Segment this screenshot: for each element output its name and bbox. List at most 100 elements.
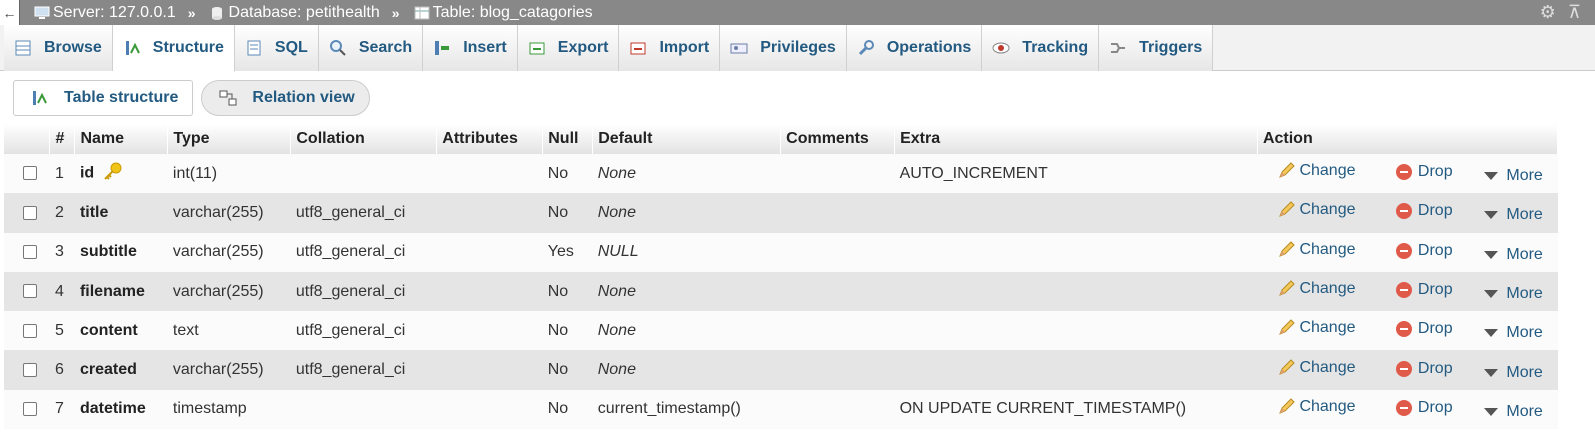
drop-link[interactable]: Drop <box>1395 242 1480 260</box>
change-link[interactable]: Change <box>1277 241 1391 259</box>
change-link[interactable]: Change <box>1277 280 1391 298</box>
insert-icon <box>433 39 451 57</box>
change-link[interactable]: Change <box>1277 398 1391 416</box>
more-dropdown[interactable]: More <box>1484 324 1543 342</box>
caret-down-icon <box>1484 368 1499 377</box>
drop-link[interactable]: Drop <box>1395 281 1480 299</box>
drop-link[interactable]: Drop <box>1395 202 1480 220</box>
tab-browse[interactable]: Browse <box>4 25 113 71</box>
caret-down-icon <box>1484 250 1499 259</box>
tab-sql[interactable]: SQL <box>234 25 319 71</box>
column-extra: AUTO_INCREMENT <box>894 154 1258 194</box>
tab-tracking[interactable]: Tracking <box>982 25 1100 71</box>
table-header-row: # Name Type Collation Attributes Null De… <box>4 124 1559 154</box>
table-row: 5 content text utf8_general_ci No None C… <box>4 311 1558 351</box>
breadcrumb-database[interactable]: Database: petithealth <box>210 4 380 22</box>
header-attributes: Attributes <box>436 124 544 154</box>
row-checkbox[interactable] <box>23 245 37 259</box>
back-arrow-button[interactable]: ← <box>0 0 20 25</box>
primary-key-icon <box>102 162 124 185</box>
server-icon <box>34 6 50 20</box>
tab-label: Export <box>557 39 609 56</box>
row-checkbox[interactable] <box>23 362 37 377</box>
column-extra <box>894 350 1258 390</box>
drop-link[interactable]: Drop <box>1395 399 1480 417</box>
pencil-icon <box>1277 358 1296 377</box>
relation-view-button[interactable]: Relation view <box>201 80 370 116</box>
tab-export[interactable]: Export <box>517 25 620 71</box>
table-row: 2 title varchar(255) utf8_general_ci No … <box>4 193 1558 233</box>
pencil-icon <box>1277 280 1296 298</box>
more-dropdown[interactable]: More <box>1484 246 1543 264</box>
caret-down-icon <box>1484 211 1499 220</box>
tab-label: Structure <box>152 39 224 56</box>
gear-icon[interactable]: ⚙ <box>1540 2 1556 23</box>
row-checkbox[interactable] <box>23 402 37 417</box>
row-checkbox[interactable] <box>23 166 37 181</box>
eye-icon <box>992 39 1010 57</box>
more-dropdown[interactable]: More <box>1484 206 1543 224</box>
change-link[interactable]: Change <box>1277 201 1391 219</box>
column-extra <box>894 271 1258 312</box>
more-dropdown[interactable]: More <box>1484 364 1543 382</box>
more-dropdown[interactable]: More <box>1484 403 1543 421</box>
change-link[interactable]: Change <box>1277 359 1391 377</box>
drop-icon <box>1395 242 1412 259</box>
tab-triggers[interactable]: Triggers <box>1099 25 1214 71</box>
breadcrumb-table-label: Table: blog_catagories <box>432 3 593 21</box>
column-comments <box>780 193 895 233</box>
header-name[interactable]: Name <box>74 124 169 154</box>
more-dropdown[interactable]: More <box>1484 285 1543 303</box>
relation-view-label: Relation view <box>252 89 355 106</box>
tab-insert[interactable]: Insert <box>423 25 518 71</box>
sql-icon <box>245 39 263 57</box>
column-attributes <box>436 311 543 351</box>
more-dropdown[interactable]: More <box>1484 167 1543 185</box>
pencil-icon <box>1277 398 1296 416</box>
row-checkbox[interactable] <box>23 284 37 299</box>
change-link[interactable]: Change <box>1277 162 1391 180</box>
breadcrumb-separator: » <box>187 4 196 21</box>
column-attributes <box>436 350 543 390</box>
change-link[interactable]: Change <box>1277 319 1391 337</box>
breadcrumb-database-label: Database: petithealth <box>228 3 380 21</box>
breadcrumb-server[interactable]: Server: 127.0.0.1 <box>34 4 176 22</box>
pencil-icon <box>1277 241 1296 259</box>
table-structure-button[interactable]: Table structure <box>13 80 194 116</box>
tab-label: Operations <box>886 39 972 56</box>
drop-link[interactable]: Drop <box>1395 360 1480 378</box>
collapse-icon[interactable]: ⊼ <box>1568 2 1581 23</box>
pencil-icon <box>1277 162 1296 180</box>
column-comments <box>780 311 895 351</box>
column-collation: utf8_general_ci <box>290 350 437 390</box>
column-name: datetime <box>74 389 168 430</box>
drop-link[interactable]: Drop <box>1395 320 1480 338</box>
table-row: 7 datetime timestamp No current_timestam… <box>4 389 1558 430</box>
column-attributes <box>436 271 543 312</box>
row-checkbox[interactable] <box>23 323 37 338</box>
drop-link[interactable]: Drop <box>1395 163 1480 181</box>
row-num: 4 <box>49 271 75 312</box>
breadcrumb-server-label: Server: 127.0.0.1 <box>53 3 176 21</box>
tab-label: Browse <box>44 39 102 56</box>
row-actions: Change Drop More <box>1257 271 1558 312</box>
column-default: current_timestamp() <box>592 389 781 430</box>
breadcrumb-table[interactable]: Table: blog_catagories <box>414 4 593 22</box>
header-type: Type <box>167 124 292 154</box>
column-extra: ON UPDATE CURRENT_TIMESTAMP() <box>894 389 1258 430</box>
tab-import[interactable]: Import <box>619 25 721 71</box>
column-type: varchar(255) <box>167 350 291 390</box>
export-icon <box>528 39 546 57</box>
caret-down-icon <box>1484 407 1499 416</box>
tab-privileges[interactable]: Privileges <box>720 25 847 71</box>
select-header <box>4 124 51 154</box>
row-num: 5 <box>49 311 75 351</box>
row-checkbox[interactable] <box>23 205 37 220</box>
structure-table: # Name Type Collation Attributes Null De… <box>4 124 1559 430</box>
column-comments <box>780 389 895 430</box>
drop-icon <box>1395 321 1412 338</box>
wrench-icon <box>857 39 875 57</box>
tab-search[interactable]: Search <box>318 25 424 71</box>
tab-operations[interactable]: Operations <box>846 25 983 71</box>
tab-structure[interactable]: Structure <box>112 25 235 72</box>
